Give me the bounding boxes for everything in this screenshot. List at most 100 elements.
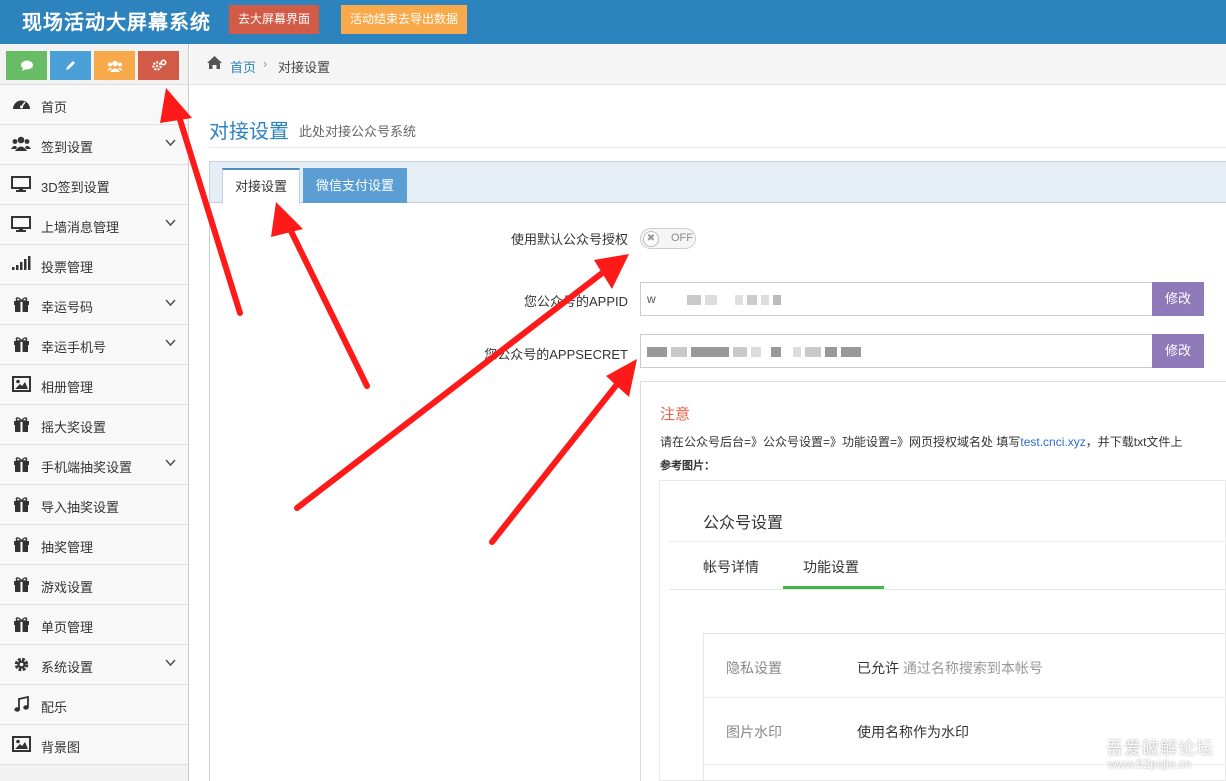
breadcrumb-separator: › [263, 56, 268, 71]
home-icon [207, 56, 222, 69]
go-big-screen-button[interactable]: 去大屏幕界面 [229, 5, 320, 34]
chevron-down-icon [165, 216, 176, 230]
ref-image-privacy-status: 已允许 [857, 660, 899, 676]
ref-image-title: 公众号设置 [703, 515, 784, 532]
appsecret-input[interactable] [640, 334, 1153, 368]
ref-image-privacy-value: 已允许 通过名称搜索到本帐号 [857, 658, 1043, 678]
sidebar-item[interactable]: 签到设置 [0, 125, 188, 165]
sidebar-item[interactable]: 摇大奖设置 [0, 405, 188, 445]
users-icon [11, 136, 31, 154]
appid-input[interactable]: w [640, 282, 1153, 316]
ref-image-tab-features: 功能设置 [803, 559, 859, 575]
chevron-down-icon [165, 456, 176, 470]
gift-icon [11, 576, 31, 594]
page-subtitle: 此处对接公众号系统 [299, 124, 417, 139]
breadcrumb-home-link[interactable]: 首页 [230, 57, 256, 76]
redaction-mask [647, 344, 865, 358]
sidebar-item-label: 背景图 [41, 740, 81, 755]
toggle-state: OFF [671, 232, 693, 244]
gift-icon [11, 416, 31, 434]
ref-image-watermark-value: 使用名称作为水印 [857, 724, 969, 740]
tab-bar: 对接设置 微信支付设置 [210, 162, 1226, 204]
sidebar-item[interactable]: 导入抽奖设置 [0, 485, 188, 525]
reference-image-label: 参考图片： [660, 460, 715, 472]
sidebar-item[interactable]: 抽奖管理 [0, 525, 188, 565]
sidebar-item-label: 游戏设置 [41, 580, 94, 595]
close-icon: ✖ [643, 231, 659, 247]
sidebar-item[interactable]: 游戏设置 [0, 565, 188, 605]
ref-image-privacy-key: 隐私设置 [726, 660, 782, 676]
chevron-down-icon [165, 656, 176, 670]
picture-icon [11, 376, 31, 394]
note-text-after: ，并下载txt文件上 [1085, 435, 1183, 449]
sidebar-item-label: 上墙消息管理 [41, 220, 120, 235]
sidebar-item[interactable]: 上墙消息管理 [0, 205, 188, 245]
sidebar-item-label: 手机端抽奖设置 [41, 460, 133, 475]
sidebar-item[interactable]: 背景图 [0, 725, 188, 765]
chevron-down-icon [165, 336, 176, 350]
redaction-mask [687, 292, 785, 306]
sidebar-shortcuts [0, 44, 188, 85]
sidebar-item[interactable]: 首页 [0, 85, 188, 125]
sidebar-item-label: 摇大奖设置 [41, 420, 107, 435]
ref-image-watermark-key: 图片水印 [726, 724, 782, 740]
default-auth-toggle[interactable]: ✖ OFF [640, 228, 696, 249]
ref-image-tab-account: 帐号详情 [703, 559, 759, 575]
cogs-icon[interactable] [138, 51, 179, 80]
users-icon[interactable] [94, 51, 135, 80]
sidebar-item-label: 导入抽奖设置 [41, 500, 120, 515]
music-icon [11, 695, 31, 714]
sidebar-item-label: 首页 [41, 100, 68, 115]
pencil-icon[interactable] [50, 51, 91, 80]
appsecret-label: 您公众号的APPSECRET [484, 347, 628, 362]
comment-icon[interactable] [6, 51, 47, 80]
sidebar-item[interactable]: 相册管理 [0, 365, 188, 405]
export-data-button[interactable]: 活动结束去导出数据 [341, 5, 468, 34]
page-title: 对接设置 [209, 121, 289, 143]
sidebar-menu: 首页签到设置 3D签到设置 上墙消息管理 投票管理幸运号码幸运手机号相册管理摇大奖设置… [0, 85, 188, 765]
appid-label: 您公众号的APPID [523, 294, 628, 309]
chevron-down-icon [165, 296, 176, 310]
sidebar-item[interactable]: 幸运手机号 [0, 325, 188, 365]
sidebar-item-label: 幸运号码 [41, 300, 94, 315]
appid-value: w [647, 292, 656, 306]
sidebar-item[interactable]: 3D签到设置 [0, 165, 188, 205]
gift-icon [11, 616, 31, 634]
tab-docking-settings[interactable]: 对接设置 [222, 168, 301, 204]
desktop-icon [11, 176, 31, 194]
note-text: 请在公众号后台=》公众号设置=》功能设置=》网页授权域名处 填写test.cnc… [660, 433, 1182, 450]
appid-edit-button[interactable]: 修改 [1152, 282, 1204, 316]
sidebar-item-label: 单页管理 [41, 620, 94, 635]
gift-icon [11, 456, 31, 474]
ref-image-privacy-desc: 通过名称搜索到本帐号 [902, 660, 1043, 676]
default-auth-label: 使用默认公众号授权 [510, 232, 628, 247]
watermark-url: www.52pojie.cn [1108, 757, 1192, 771]
sidebar-item-label: 投票管理 [41, 260, 94, 275]
note-text-before: 请在公众号后台=》公众号设置=》功能设置=》网页授权域名处 填写 [660, 435, 1021, 449]
chevron-down-icon [165, 136, 176, 150]
sidebar-item[interactable]: 手机端抽奖设置 [0, 445, 188, 485]
breadcrumb: 首页 › 对接设置 [190, 44, 1226, 85]
desktop-icon [11, 216, 31, 234]
dashboard-icon [11, 96, 31, 114]
breadcrumb-current: 对接设置 [278, 60, 331, 75]
picture-icon [11, 736, 31, 754]
sidebar: 首页签到设置 3D签到设置 上墙消息管理 投票管理幸运号码幸运手机号相册管理摇大奖设置… [0, 44, 189, 781]
watermark-text: 吾爱破解论坛 [1106, 739, 1214, 758]
gear-icon [11, 656, 31, 674]
domain-link[interactable]: test.cnci.xyz [1020, 435, 1085, 449]
sidebar-item[interactable]: 单页管理 [0, 605, 188, 645]
sidebar-item-label: 相册管理 [41, 380, 94, 395]
ref-image-divider [669, 589, 1226, 590]
sidebar-item[interactable]: 幸运号码 [0, 285, 188, 325]
sidebar-item[interactable]: 投票管理 [0, 245, 188, 285]
gift-icon [11, 296, 31, 314]
sidebar-item-label: 系统设置 [41, 660, 94, 675]
tab-wechat-pay-settings[interactable]: 微信支付设置 [303, 168, 408, 203]
sidebar-item-label: 3D签到设置 [41, 180, 110, 195]
note-title: 注意 [660, 406, 691, 423]
title-divider [209, 147, 1226, 148]
sidebar-item[interactable]: 系统设置 [0, 645, 188, 685]
appsecret-edit-button[interactable]: 修改 [1152, 334, 1204, 368]
sidebar-item[interactable]: 配乐 [0, 685, 188, 725]
